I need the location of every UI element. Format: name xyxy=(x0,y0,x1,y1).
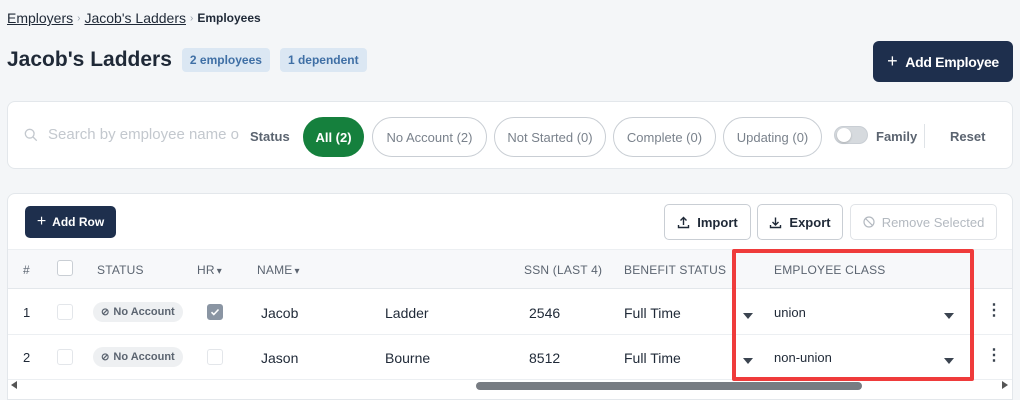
ban-icon xyxy=(863,216,875,228)
breadcrumb-separator-icon: › xyxy=(77,12,81,24)
breadcrumb-employers-link[interactable]: Employers xyxy=(7,10,73,26)
add-row-button[interactable]: + Add Row xyxy=(25,206,116,238)
hr-checkbox[interactable] xyxy=(207,349,223,365)
import-button[interactable]: Import xyxy=(664,204,751,240)
check-icon xyxy=(210,308,220,316)
family-toggle[interactable] xyxy=(834,126,868,144)
remove-selected-label: Remove Selected xyxy=(881,214,985,230)
remove-selected-button[interactable]: Remove Selected xyxy=(850,204,997,240)
row-select-checkbox[interactable] xyxy=(57,304,73,320)
status-badge: ⊘ No Account xyxy=(93,302,183,322)
benefit-status[interactable]: Full Time xyxy=(624,350,681,366)
export-label: Export xyxy=(789,214,831,230)
download-icon xyxy=(770,217,782,228)
import-label: Import xyxy=(697,214,738,230)
table-row: 2 ⊘ No Account Jason Bourne 8512 Full Ti… xyxy=(8,335,1012,380)
column-header-benefit-status: BENEFIT STATUS xyxy=(624,263,727,277)
column-header-employee-class: EMPLOYEE CLASS xyxy=(774,263,886,277)
filter-pill-complete[interactable]: Complete (0) xyxy=(613,117,716,157)
scroll-left-icon[interactable] xyxy=(11,381,17,389)
status-text: No Account xyxy=(113,306,175,318)
status-text: No Account xyxy=(113,351,175,363)
select-all-checkbox[interactable] xyxy=(57,260,73,276)
row-index: 2 xyxy=(23,350,31,365)
upload-icon xyxy=(678,216,690,228)
column-header-ssn: SSN (LAST 4) xyxy=(524,263,603,277)
page-title: Jacob's Ladders xyxy=(7,48,172,71)
table-header: # STATUS HR ▾ NAME ▾ SSN (LAST 4) BENEFIT … xyxy=(8,249,1012,289)
filter-pill-no-account[interactable]: No Account (2) xyxy=(372,117,487,157)
column-header-hr[interactable]: HR ▾ xyxy=(197,263,222,277)
add-row-label: Add Row xyxy=(52,215,105,229)
search-placeholder: Search by employee name o xyxy=(48,126,239,143)
caret-down-icon[interactable] xyxy=(944,358,954,364)
caret-down-icon[interactable] xyxy=(743,313,753,319)
scroll-right-icon[interactable] xyxy=(1002,381,1008,389)
scrollbar-thumb[interactable] xyxy=(476,382,862,390)
caret-down-icon[interactable] xyxy=(944,313,954,319)
hr-checkbox[interactable] xyxy=(207,304,223,320)
column-header-index: # xyxy=(23,263,30,277)
first-name[interactable]: Jacob xyxy=(261,305,298,321)
more-options-icon[interactable]: ⋮ xyxy=(986,300,1002,320)
table-row: 1 ⊘ No Account Jacob Ladder 2546 Full Ti… xyxy=(8,290,1012,335)
breadcrumb-separator-icon: › xyxy=(190,12,194,24)
user-off-icon: ⊘ xyxy=(101,306,110,318)
employee-class-select[interactable]: non-union xyxy=(774,350,832,365)
plus-icon: + xyxy=(36,213,47,230)
first-name[interactable]: Jason xyxy=(261,350,298,366)
status-badge: ⊘ No Account xyxy=(93,347,183,367)
ssn-last4[interactable]: 2546 xyxy=(529,305,560,321)
filter-pill-updating[interactable]: Updating (0) xyxy=(723,117,822,157)
more-options-icon[interactable]: ⋮ xyxy=(986,345,1002,365)
employee-class-select[interactable]: union xyxy=(774,305,806,320)
export-button[interactable]: Export xyxy=(757,204,843,240)
hr-header-label: HR xyxy=(197,263,215,277)
divider xyxy=(924,124,925,148)
row-index: 1 xyxy=(23,305,31,320)
status-filter-label: Status xyxy=(250,129,290,144)
chevron-down-icon: ▾ xyxy=(294,266,300,277)
reset-button[interactable]: Reset xyxy=(950,129,985,144)
ssn-last4[interactable]: 8512 xyxy=(529,350,560,366)
search-icon xyxy=(24,128,38,141)
add-employee-button[interactable]: + Add Employee xyxy=(873,41,1013,82)
chevron-down-icon: ▾ xyxy=(216,266,222,277)
page-header: Jacob's Ladders 2 employees 1 dependent xyxy=(7,48,367,72)
column-header-status: STATUS xyxy=(97,263,144,277)
plus-icon: + xyxy=(887,51,898,71)
name-header-label: NAME xyxy=(257,263,293,277)
toggle-knob xyxy=(837,128,851,142)
add-employee-label: Add Employee xyxy=(905,53,999,70)
user-off-icon: ⊘ xyxy=(101,351,110,363)
column-header-name[interactable]: NAME ▾ xyxy=(257,263,300,277)
breadcrumb-employer-link[interactable]: Jacob's Ladders xyxy=(84,10,186,26)
search-input[interactable]: Search by employee name o xyxy=(24,126,239,143)
caret-down-icon[interactable] xyxy=(743,358,753,364)
last-name[interactable]: Bourne xyxy=(385,350,430,366)
employee-table-card: + Add Row Import Export Remove Selected … xyxy=(7,193,1013,400)
row-select-checkbox[interactable] xyxy=(57,349,73,365)
filter-pill-all[interactable]: All (2) xyxy=(303,117,364,157)
family-toggle-label: Family xyxy=(876,129,918,144)
breadcrumb: Employers › Jacob's Ladders › Employees xyxy=(7,10,261,26)
filter-bar: Search by employee name o Status All (2)… xyxy=(7,101,1013,169)
benefit-status[interactable]: Full Time xyxy=(624,305,681,321)
filter-pill-not-started[interactable]: Not Started (0) xyxy=(494,117,606,157)
breadcrumb-current: Employees xyxy=(197,11,261,25)
last-name[interactable]: Ladder xyxy=(385,305,429,321)
dependent-count-badge: 1 dependent xyxy=(279,48,367,72)
employee-count-badge: 2 employees xyxy=(181,48,270,72)
